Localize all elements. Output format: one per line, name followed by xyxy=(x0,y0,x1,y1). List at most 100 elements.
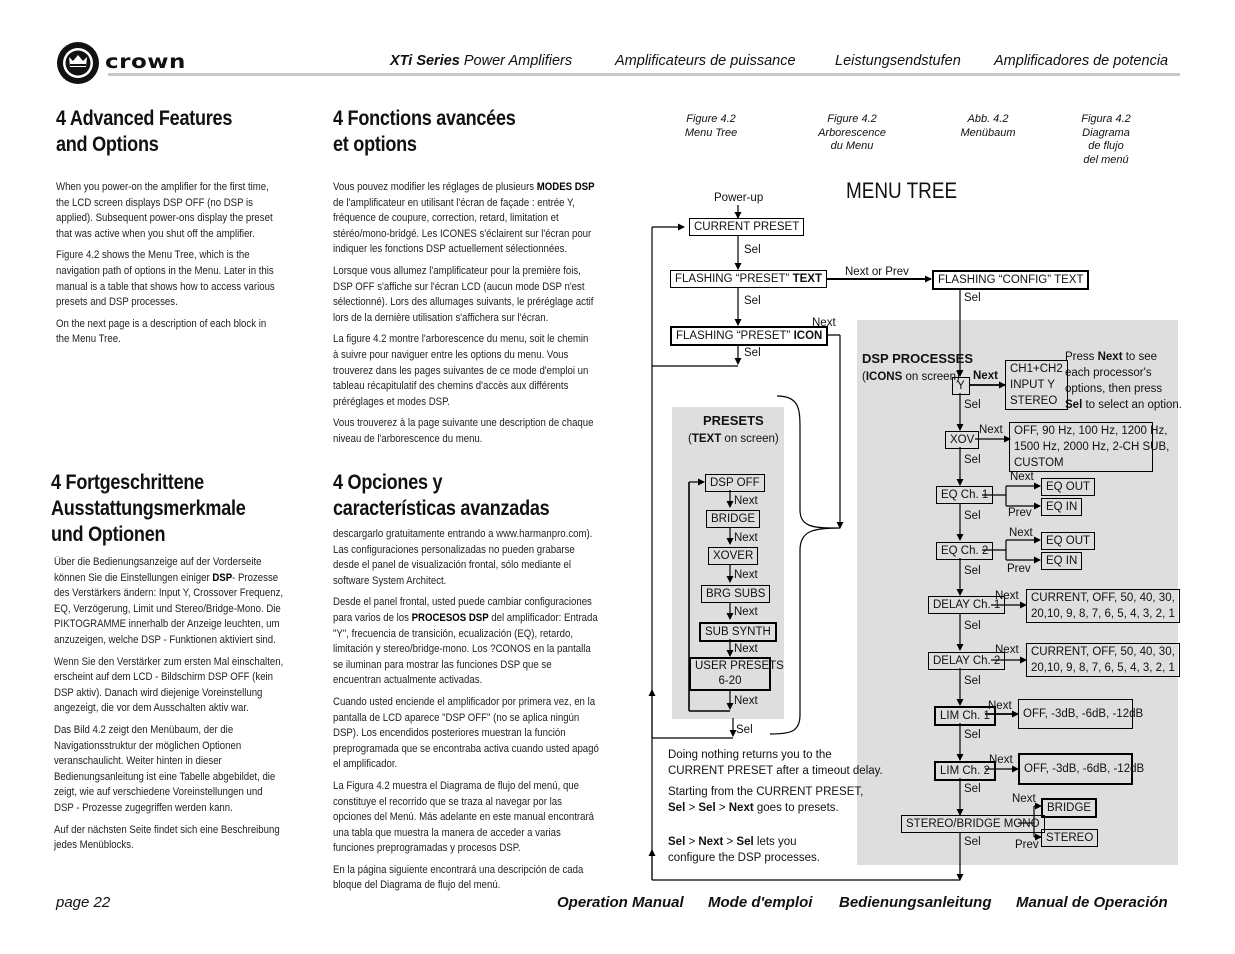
next-label: Next xyxy=(734,695,758,707)
sel-label: Sel xyxy=(744,347,761,359)
next-label: Next xyxy=(973,370,998,382)
crown-logo: crown xyxy=(55,40,215,86)
paragraph: Vous trouverez à la page suivante une de… xyxy=(333,417,594,445)
bridge-option: BRIDGE xyxy=(1041,798,1098,818)
paragraph: Vous pouvez modifier les réglages de plu… xyxy=(333,181,595,256)
prev-label: Prev xyxy=(1007,563,1031,575)
next-label: Next xyxy=(995,590,1019,602)
presets-path-note: Starting from the CURRENT PRESET, Sel > … xyxy=(668,786,864,814)
series-name: XTi Series xyxy=(390,53,460,69)
paragraph: Desde el panel frontal, usted puede camb… xyxy=(333,596,598,687)
header-es: Amplificadores de potencia xyxy=(994,53,1169,69)
footer-bedienungsanleitung: Bedienungsanleitung xyxy=(839,894,992,911)
paragraph: When you power-on the amplifier for the … xyxy=(56,181,273,240)
section-title-es: 4 Opciones y características avanzadas xyxy=(333,470,550,522)
next-label: Next xyxy=(734,643,758,655)
series-subtitle: Power Amplifiers xyxy=(459,53,573,69)
dsp-y-box: Y xyxy=(952,377,970,395)
footer-mode-demploi: Mode d'emploi xyxy=(708,894,813,911)
dsp-eq2-box: EQ Ch. 2 xyxy=(936,542,994,560)
title-line: Ausstattungsmerkmale xyxy=(51,497,246,520)
next-label: Next xyxy=(1010,471,1034,483)
paragraph: Lorsque vous allumez l'amplificateur pou… xyxy=(333,264,594,324)
current-preset-box: CURRENT PRESET xyxy=(689,218,805,236)
paragraph: descargarlo gratuitamente entrando a www… xyxy=(333,528,593,587)
paragraph: Figure 4.2 shows the Menu Tree, which is… xyxy=(56,249,275,309)
body-en: When you power-on the amplifier for the … xyxy=(56,180,281,354)
title-line: 4 Fortgeschrittene xyxy=(51,471,204,494)
figure-caption-fr: Figure 4.2 Arborescence du Menu xyxy=(818,113,886,152)
dsp-processes-subtitle: (ICONS on screen) xyxy=(862,371,960,383)
paragraph: Das Bild 4.2 zeigt den Menübaum, der die… xyxy=(54,723,276,814)
sel-label: Sel xyxy=(964,729,981,741)
brand-wordmark: crown xyxy=(105,50,186,74)
paragraph: On the next page is a description of eac… xyxy=(56,317,267,346)
sel-label: Sel xyxy=(964,620,981,632)
dsp-delay1-options: CURRENT, OFF, 50, 40, 30, 20,10, 9, 8, 7,… xyxy=(1026,589,1180,623)
next-label: Next xyxy=(1009,527,1033,539)
preset-brg-subs: BRG SUBS xyxy=(701,585,771,603)
preset-user-presets: USER PRESETS 6-20 xyxy=(689,657,784,691)
preset-dsp-off: DSP OFF xyxy=(705,474,765,492)
dsp-xov-box: XOV xyxy=(945,431,980,449)
title-line: and Options xyxy=(56,133,159,156)
next-or-prev-label: Next or Prev xyxy=(845,266,909,278)
flashing-preset-text-box: FLASHING “PRESET” TEXT xyxy=(670,270,827,288)
eq2-in-option: EQ IN xyxy=(1041,552,1083,570)
next-label: Next xyxy=(734,606,758,618)
dsp-y-options: CH1+CH2 INPUT Y STEREO xyxy=(1005,360,1068,410)
prev-label: Prev xyxy=(1008,507,1032,519)
prev-label: Prev xyxy=(1015,839,1039,851)
sel-label: Sel xyxy=(964,836,981,848)
preset-sub-synth: SUB SYNTH xyxy=(699,622,777,642)
page-number: page 22 xyxy=(56,894,111,911)
sel-label: Sel xyxy=(964,454,981,466)
dsp-lim1-options: OFF, -3dB, -6dB, -12dB xyxy=(1018,699,1143,729)
menu-tree-title: MENU TREE xyxy=(846,178,958,203)
dsp-xov-options: OFF, 90 Hz, 100 Hz, 1200 Hz, 1500 Hz, 200… xyxy=(1009,422,1169,472)
header-fr: Amplificateurs de puissance xyxy=(615,53,796,69)
sel-label: Sel xyxy=(964,399,981,411)
figure-caption-de: Abb. 4.2 Menübaum xyxy=(960,113,1016,139)
eq1-in-option: EQ IN xyxy=(1041,498,1083,516)
sel-label: Sel xyxy=(744,295,761,307)
next-label: Next xyxy=(979,424,1003,436)
dsp-eq1-box: EQ Ch. 1 xyxy=(936,486,994,504)
eq1-out-option: EQ OUT xyxy=(1041,478,1096,496)
presets-title: PRESETS xyxy=(703,413,764,428)
dsp-path-note: Sel > Next > Sel lets you configure the … xyxy=(668,836,820,864)
next-label: Next xyxy=(734,532,758,544)
section-title-en: 4 Advanced Features and Options xyxy=(56,106,232,158)
paragraph: Cuando usted enciende el amplificador po… xyxy=(333,695,599,771)
dsp-lim1-box: LIM Ch. 1 xyxy=(934,706,996,726)
body-es: descargarlo gratuitamente entrando a www… xyxy=(333,527,600,900)
sel-label: Sel xyxy=(964,292,981,304)
header-series: XTi Series Power Amplifiers xyxy=(390,53,572,69)
sel-label: Sel xyxy=(964,510,981,522)
title-line: 4 Opciones y xyxy=(333,471,443,494)
sel-label: Sel xyxy=(964,565,981,577)
sel-label: Sel xyxy=(964,783,981,795)
next-label: Next xyxy=(995,644,1019,656)
header-rule xyxy=(108,73,1180,76)
title-line: und Optionen xyxy=(51,523,166,546)
sel-label: Sel xyxy=(736,724,753,736)
sel-label: Sel xyxy=(744,244,761,256)
section-title-de: 4 Fortgeschrittene Ausstattungsmerkmale … xyxy=(51,470,246,548)
dsp-lim2-box: LIM Ch. 2 xyxy=(934,761,996,781)
paragraph: Über die Bedienungsanzeige auf der Vorde… xyxy=(54,556,284,646)
stereo-option: STEREO xyxy=(1041,829,1099,847)
footer-manual-de-operacion: Manual de Operación xyxy=(1016,894,1168,911)
next-label: Next xyxy=(988,700,1012,712)
dsp-processes-title: DSP PROCESSES xyxy=(862,351,974,366)
dsp-stereo-bridge-box: STEREO/BRIDGE MONO xyxy=(901,815,1045,833)
next-label: Next xyxy=(812,317,836,329)
title-line: características avanzadas xyxy=(333,497,550,520)
flashing-config-text-box: FLASHING “CONFIG” TEXT xyxy=(932,270,1090,290)
title-line: 4 Advanced Features xyxy=(56,107,233,130)
figure-caption-es: Figura 4.2 Diagrama de flujo del menú xyxy=(1081,113,1131,166)
preset-bridge: BRIDGE xyxy=(706,510,761,528)
body-fr: Vous pouvez modifier les réglages de plu… xyxy=(333,180,596,454)
dsp-delay1-box: DELAY Ch. 1 xyxy=(928,596,1006,614)
footer-operation-manual: Operation Manual xyxy=(557,894,684,911)
